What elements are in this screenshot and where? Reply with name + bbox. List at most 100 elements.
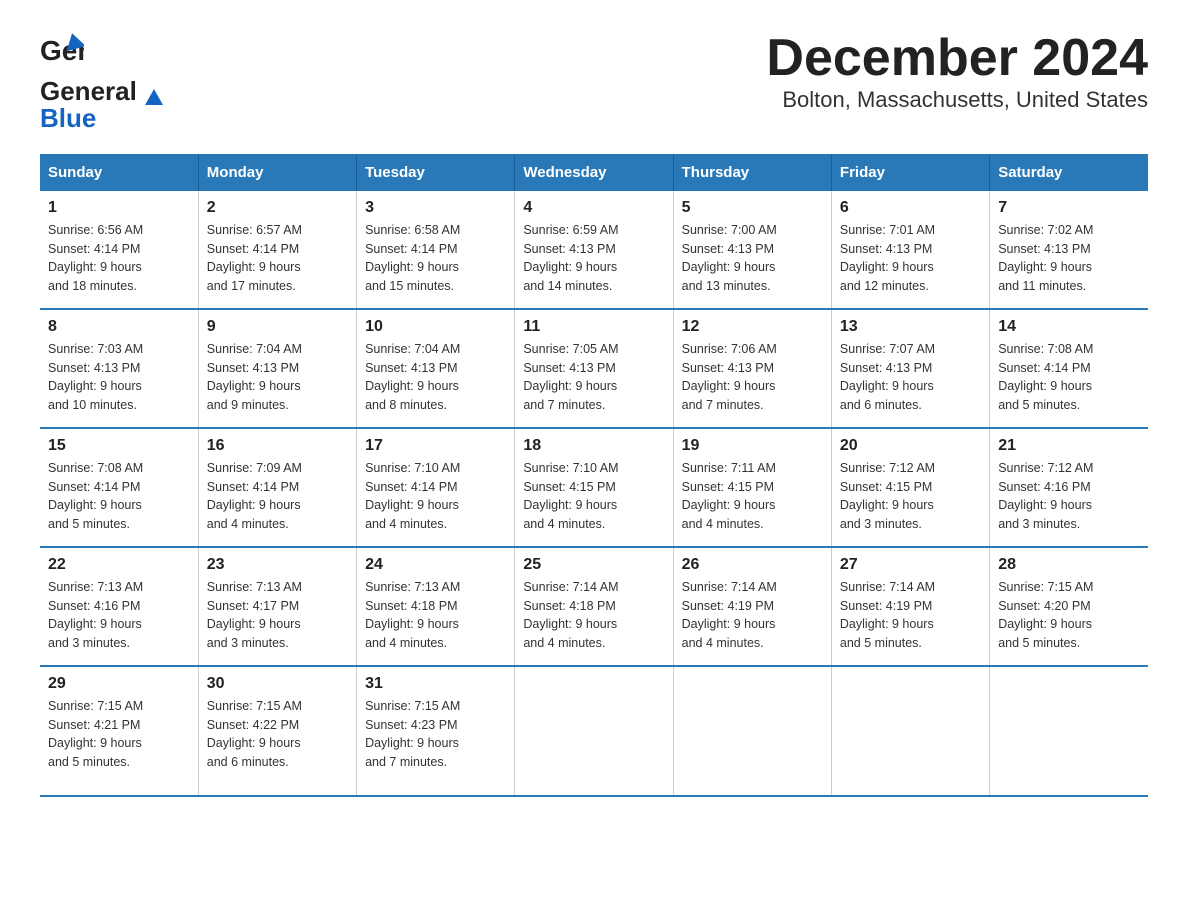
sunrise-text: Sunrise: 7:13 AM: [48, 580, 143, 594]
day-number: 9: [207, 318, 348, 336]
calendar-cell: 1Sunrise: 6:56 AMSunset: 4:14 PMDaylight…: [40, 191, 198, 309]
sunrise-text: Sunrise: 7:10 AM: [523, 461, 618, 475]
calendar-cell: 31Sunrise: 7:15 AMSunset: 4:23 PMDayligh…: [357, 666, 515, 796]
calendar-cell: 22Sunrise: 7:13 AMSunset: 4:16 PMDayligh…: [40, 547, 198, 666]
day-info: Sunrise: 7:15 AMSunset: 4:20 PMDaylight:…: [998, 578, 1140, 653]
daylight-text: Daylight: 9 hours: [365, 498, 459, 512]
sunrise-text: Sunrise: 7:14 AM: [840, 580, 935, 594]
calendar-cell: 25Sunrise: 7:14 AMSunset: 4:18 PMDayligh…: [515, 547, 673, 666]
daylight-text: Daylight: 9 hours: [207, 498, 301, 512]
sunset-text: Sunset: 4:15 PM: [840, 480, 932, 494]
sunset-text: Sunset: 4:20 PM: [998, 599, 1090, 613]
calendar-cell: 3 Sunrise: 6:58 AMSunset: 4:14 PMDaylight…: [357, 191, 515, 309]
calendar-cell: 11Sunrise: 7:05 AMSunset: 4:13 PMDayligh…: [515, 309, 673, 428]
day-info: Sunrise: 7:08 AMSunset: 4:14 PMDaylight:…: [998, 340, 1140, 415]
daylight-text: Daylight: 9 hours: [682, 379, 776, 393]
calendar-cell: 18Sunrise: 7:10 AMSunset: 4:15 PMDayligh…: [515, 428, 673, 547]
daylight-minutes-text: and 18 minutes.: [48, 279, 137, 293]
daylight-text: Daylight: 9 hours: [998, 379, 1092, 393]
daylight-minutes-text: and 13 minutes.: [682, 279, 771, 293]
daylight-text: Daylight: 9 hours: [48, 498, 142, 512]
daylight-minutes-text: and 4 minutes.: [365, 517, 447, 531]
sunrise-text: Sunrise: 7:12 AM: [998, 461, 1093, 475]
calendar-cell: 21Sunrise: 7:12 AMSunset: 4:16 PMDayligh…: [990, 428, 1148, 547]
day-info: Sunrise: 7:08 AMSunset: 4:14 PMDaylight:…: [48, 459, 190, 534]
daylight-text: Daylight: 9 hours: [365, 736, 459, 750]
sunset-text: Sunset: 4:14 PM: [207, 480, 299, 494]
sunrise-text: Sunrise: 7:09 AM: [207, 461, 302, 475]
page-title: December 2024: [766, 30, 1148, 87]
sunrise-text: Sunrise: 6:58 AM: [365, 223, 460, 237]
day-info: Sunrise: 7:05 AMSunset: 4:13 PMDaylight:…: [523, 340, 664, 415]
daylight-minutes-text: and 4 minutes.: [682, 636, 764, 650]
sunset-text: Sunset: 4:13 PM: [48, 361, 140, 375]
daylight-minutes-text: and 3 minutes.: [840, 517, 922, 531]
calendar-week-row: 1Sunrise: 6:56 AMSunset: 4:14 PMDaylight…: [40, 191, 1148, 309]
day-number: 30: [207, 675, 348, 693]
sunrise-text: Sunrise: 7:15 AM: [207, 699, 302, 713]
day-number: 19: [682, 437, 823, 455]
calendar-cell: [515, 666, 673, 796]
daylight-text: Daylight: 9 hours: [207, 379, 301, 393]
day-info: Sunrise: 7:03 AMSunset: 4:13 PMDaylight:…: [48, 340, 190, 415]
sunset-text: Sunset: 4:14 PM: [48, 242, 140, 256]
calendar-cell: 10Sunrise: 7:04 AMSunset: 4:13 PMDayligh…: [357, 309, 515, 428]
sunrise-text: Sunrise: 7:03 AM: [48, 342, 143, 356]
sunrise-text: Sunrise: 7:12 AM: [840, 461, 935, 475]
day-number: 31: [365, 675, 506, 693]
daylight-text: Daylight: 9 hours: [998, 260, 1092, 274]
day-info: Sunrise: 7:14 AMSunset: 4:18 PMDaylight:…: [523, 578, 664, 653]
day-number: 17: [365, 437, 506, 455]
day-number: 27: [840, 556, 981, 574]
sunset-text: Sunset: 4:13 PM: [682, 361, 774, 375]
day-number: 3: [365, 199, 506, 217]
sunrise-text: Sunrise: 7:02 AM: [998, 223, 1093, 237]
sunset-text: Sunset: 4:16 PM: [998, 480, 1090, 494]
daylight-minutes-text: and 5 minutes.: [48, 755, 130, 769]
day-info: Sunrise: 7:13 AMSunset: 4:16 PMDaylight:…: [48, 578, 190, 653]
daylight-minutes-text: and 11 minutes.: [998, 279, 1086, 293]
sunset-text: Sunset: 4:13 PM: [840, 242, 932, 256]
day-info: Sunrise: 7:14 AMSunset: 4:19 PMDaylight:…: [840, 578, 981, 653]
daylight-text: Daylight: 9 hours: [840, 379, 934, 393]
logo-triangle-icon: [143, 85, 165, 107]
sunrise-text: Sunrise: 6:56 AM: [48, 223, 143, 237]
daylight-text: Daylight: 9 hours: [840, 498, 934, 512]
day-info: Sunrise: 7:06 AMSunset: 4:13 PMDaylight:…: [682, 340, 823, 415]
day-info: Sunrise: 7:11 AMSunset: 4:15 PMDaylight:…: [682, 459, 823, 534]
calendar-cell: [990, 666, 1148, 796]
daylight-text: Daylight: 9 hours: [48, 736, 142, 750]
daylight-minutes-text: and 6 minutes.: [840, 398, 922, 412]
day-number: 29: [48, 675, 190, 693]
daylight-text: Daylight: 9 hours: [365, 260, 459, 274]
daylight-text: Daylight: 9 hours: [523, 498, 617, 512]
day-info: Sunrise: 7:07 AMSunset: 4:13 PMDaylight:…: [840, 340, 981, 415]
sunset-text: Sunset: 4:13 PM: [523, 361, 615, 375]
calendar-cell: 6Sunrise: 7:01 AMSunset: 4:13 PMDaylight…: [831, 191, 989, 309]
day-number: 6: [840, 199, 981, 217]
day-number: 23: [207, 556, 348, 574]
sunset-text: Sunset: 4:14 PM: [207, 242, 299, 256]
page-subtitle: Bolton, Massachusetts, United States: [766, 87, 1148, 113]
daylight-text: Daylight: 9 hours: [207, 260, 301, 274]
sunrise-text: Sunrise: 6:59 AM: [523, 223, 618, 237]
daylight-minutes-text: and 5 minutes.: [48, 517, 130, 531]
daylight-minutes-text: and 4 minutes.: [523, 636, 605, 650]
calendar-cell: 23Sunrise: 7:13 AMSunset: 4:17 PMDayligh…: [198, 547, 356, 666]
page-header: General General Blue December 2024 Bolto…: [40, 30, 1148, 134]
daylight-minutes-text: and 4 minutes.: [365, 636, 447, 650]
daylight-text: Daylight: 9 hours: [523, 260, 617, 274]
sunrise-text: Sunrise: 7:14 AM: [523, 580, 618, 594]
logo-general-text: General: [40, 76, 137, 106]
sunrise-text: Sunrise: 7:15 AM: [48, 699, 143, 713]
daylight-text: Daylight: 9 hours: [207, 736, 301, 750]
calendar-cell: 2Sunrise: 6:57 AMSunset: 4:14 PMDaylight…: [198, 191, 356, 309]
daylight-text: Daylight: 9 hours: [365, 379, 459, 393]
calendar-cell: 14Sunrise: 7:08 AMSunset: 4:14 PMDayligh…: [990, 309, 1148, 428]
daylight-minutes-text: and 9 minutes.: [207, 398, 289, 412]
header-wednesday: Wednesday: [515, 154, 673, 191]
day-info: Sunrise: 7:00 AMSunset: 4:13 PMDaylight:…: [682, 221, 823, 296]
day-info: Sunrise: 6:58 AMSunset: 4:14 PMDaylight:…: [365, 221, 506, 296]
daylight-text: Daylight: 9 hours: [998, 498, 1092, 512]
calendar-cell: 7Sunrise: 7:02 AMSunset: 4:13 PMDaylight…: [990, 191, 1148, 309]
